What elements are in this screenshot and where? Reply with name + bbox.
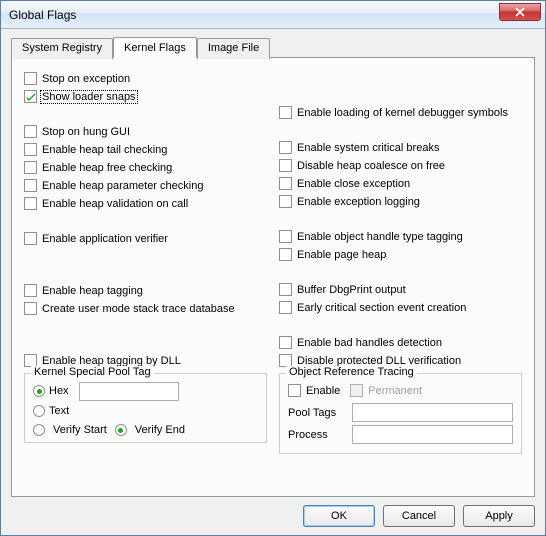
load-kdbg-checkbox[interactable] xyxy=(279,106,292,119)
stop-on-hung-gui-label: Stop on hung GUI xyxy=(42,126,130,138)
heap-tail-label: Enable heap tail checking xyxy=(42,144,167,156)
ort-permanent-checkbox xyxy=(350,384,363,397)
stop-on-hung-gui-checkbox[interactable] xyxy=(24,125,37,138)
bad-handles-label: Enable bad handles detection xyxy=(297,337,442,349)
heap-validation-checkbox[interactable] xyxy=(24,197,37,210)
close-exc-checkbox[interactable] xyxy=(279,177,292,190)
pool-tags-input[interactable] xyxy=(352,403,513,422)
heap-param-label: Enable heap parameter checking xyxy=(42,180,203,192)
exc-logging-label: Enable exception logging xyxy=(297,196,420,208)
hex-radio[interactable] xyxy=(33,385,45,397)
ort-enable-label: Enable xyxy=(306,385,340,397)
heap-tagging-checkbox[interactable] xyxy=(24,284,37,297)
disable-coalesce-checkbox[interactable] xyxy=(279,159,292,172)
ok-button[interactable]: OK xyxy=(303,505,375,527)
show-loader-snaps-label: Show loader snaps xyxy=(40,90,138,104)
process-label: Process xyxy=(288,429,348,441)
close-exc-label: Enable close exception xyxy=(297,178,410,190)
early-cs-label: Early critical section event creation xyxy=(297,302,466,314)
hex-label: Hex xyxy=(49,385,69,397)
stack-trace-db-checkbox[interactable] xyxy=(24,302,37,315)
obj-handle-tag-checkbox[interactable] xyxy=(279,230,292,243)
dialog-content: System Registry Kernel Flags Image File … xyxy=(1,29,545,535)
obj-handle-tag-label: Enable object handle type tagging xyxy=(297,231,463,243)
ort-enable-checkbox[interactable] xyxy=(288,384,301,397)
stop-on-exception-label: Stop on exception xyxy=(42,73,130,85)
window-title: Global Flags xyxy=(9,8,76,22)
text-label: Text xyxy=(49,405,69,417)
sys-crit-checkbox[interactable] xyxy=(279,141,292,154)
buffer-dbg-label: Buffer DbgPrint output xyxy=(297,284,406,296)
apply-button[interactable]: Apply xyxy=(463,505,535,527)
titlebar: Global Flags xyxy=(1,1,545,29)
heap-tag-dll-label: Enable heap tagging by DLL xyxy=(42,355,181,367)
bad-handles-checkbox[interactable] xyxy=(279,336,292,349)
tab-image-file[interactable]: Image File xyxy=(197,38,270,59)
sys-crit-label: Enable system critical breaks xyxy=(297,142,439,154)
tab-kernel-flags[interactable]: Kernel Flags xyxy=(113,37,197,58)
process-input[interactable] xyxy=(352,425,513,444)
stop-on-exception-checkbox[interactable] xyxy=(24,72,37,85)
heap-tagging-label: Enable heap tagging xyxy=(42,285,143,297)
load-kdbg-label: Enable loading of kernel debugger symbol… xyxy=(297,107,508,119)
text-radio[interactable] xyxy=(33,405,45,417)
cancel-button[interactable]: Cancel xyxy=(383,505,455,527)
heap-validation-label: Enable heap validation on call xyxy=(42,198,188,210)
pool-tag-input[interactable] xyxy=(79,382,179,401)
stack-trace-db-label: Create user mode stack trace database xyxy=(42,303,235,315)
close-icon xyxy=(515,7,525,17)
heap-param-checkbox[interactable] xyxy=(24,179,37,192)
app-verifier-checkbox[interactable] xyxy=(24,232,37,245)
right-column: Enable loading of kernel debugger symbol… xyxy=(279,70,522,454)
ort-title: Object Reference Tracing xyxy=(286,366,417,378)
tab-system-registry[interactable]: System Registry xyxy=(11,38,113,59)
object-reference-tracing-group: Object Reference Tracing Enable Permanen… xyxy=(279,373,522,454)
kernel-pool-tag-group: Kernel Special Pool Tag Hex Text Verif xyxy=(24,373,267,443)
early-cs-checkbox[interactable] xyxy=(279,301,292,314)
global-flags-window: Global Flags System Registry Kernel Flag… xyxy=(0,0,546,536)
dialog-buttons: OK Cancel Apply xyxy=(11,497,535,531)
verify-start-radio[interactable] xyxy=(33,424,45,436)
kernel-flags-panel: Stop on exception Show loader snaps Stop… xyxy=(11,57,535,497)
page-heap-label: Enable page heap xyxy=(297,249,386,261)
heap-free-label: Enable heap free checking xyxy=(42,162,172,174)
pool-tags-label: Pool Tags xyxy=(288,407,348,419)
heap-free-checkbox[interactable] xyxy=(24,161,37,174)
verify-end-radio[interactable] xyxy=(115,424,127,436)
kernel-pool-tag-title: Kernel Special Pool Tag xyxy=(31,366,154,378)
heap-tail-checkbox[interactable] xyxy=(24,143,37,156)
show-loader-snaps-checkbox[interactable] xyxy=(24,90,37,103)
close-button[interactable] xyxy=(499,3,541,21)
buffer-dbg-checkbox[interactable] xyxy=(279,283,292,296)
disable-dll-verify-label: Disable protected DLL verification xyxy=(297,355,461,367)
disable-coalesce-label: Disable heap coalesce on free xyxy=(297,160,445,172)
verify-start-label: Verify Start xyxy=(53,424,107,436)
left-column: Stop on exception Show loader snaps Stop… xyxy=(24,70,267,454)
exc-logging-checkbox[interactable] xyxy=(279,195,292,208)
app-verifier-label: Enable application verifier xyxy=(42,233,168,245)
tab-strip: System Registry Kernel Flags Image File xyxy=(11,37,535,58)
ort-permanent-label: Permanent xyxy=(368,385,422,397)
verify-end-label: Verify End xyxy=(135,424,185,436)
page-heap-checkbox[interactable] xyxy=(279,248,292,261)
